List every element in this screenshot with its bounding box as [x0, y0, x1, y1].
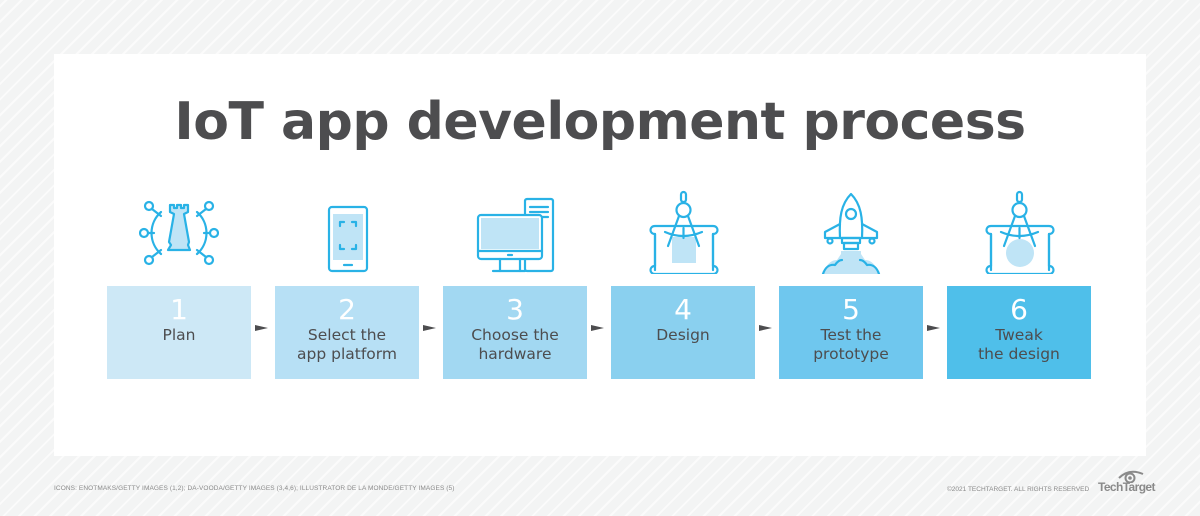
arrow-icon [423, 325, 436, 331]
compass-blueprint-square-icon [643, 190, 723, 274]
step-label: Test the prototype [813, 326, 889, 363]
arrow-icon [927, 325, 940, 331]
techtarget-logo: TechTarget [1098, 480, 1156, 494]
step-number: 3 [506, 293, 524, 326]
step-label: Design [656, 326, 710, 344]
step-number: 4 [674, 293, 692, 326]
step-label: Tweak the design [978, 326, 1060, 363]
desktop-computer-icon [475, 190, 555, 274]
step-box: 2 Select the app platform [275, 286, 419, 379]
step-box: 5 Test the prototype [779, 286, 923, 379]
step-label: Select the app platform [297, 326, 397, 363]
step-box: 4 Design [611, 286, 755, 379]
image-credits: ICONS: ENOTMAKS/GETTY IMAGES (1,2); DA-V… [54, 485, 455, 492]
copyright-notice: ©2021 TECHTARGET. ALL RIGHTS RESERVED [947, 486, 1090, 493]
arrow-icon [255, 325, 268, 331]
compass-blueprint-circle-icon [979, 190, 1059, 274]
step-number: 6 [1010, 293, 1028, 326]
infographic-card: IoT app development process 1 Plan 2 Sel… [54, 54, 1146, 456]
step-box: 3 Choose the hardware [443, 286, 587, 379]
step-number: 1 [170, 293, 188, 326]
step-box: 1 Plan [107, 286, 251, 379]
arrow-icon [591, 325, 604, 331]
arrow-icon [759, 325, 772, 331]
step-number: 2 [338, 293, 356, 326]
step-label: Choose the hardware [471, 326, 559, 363]
tablet-icon [307, 190, 387, 274]
step-box: 6 Tweak the design [947, 286, 1091, 379]
rocket-launch-icon [811, 190, 891, 274]
page-title: IoT app development process [174, 92, 1026, 152]
chess-rook-network-icon [139, 190, 219, 274]
step-number: 5 [842, 293, 860, 326]
step-label: Plan [162, 326, 196, 344]
